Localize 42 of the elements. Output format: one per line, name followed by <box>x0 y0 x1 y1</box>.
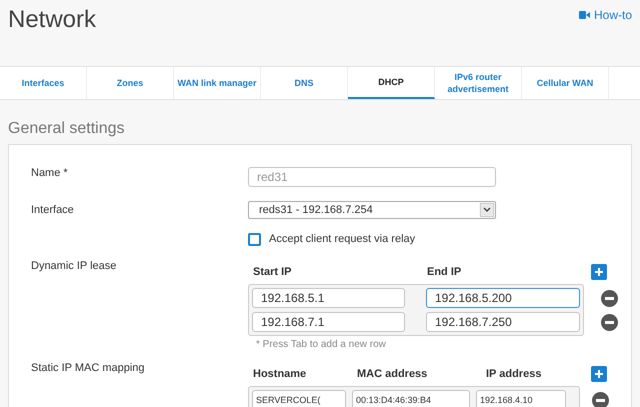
plus-icon <box>594 267 604 277</box>
tab[interactable]: IPv6 router advertisement <box>435 67 522 99</box>
field-label: Name * <box>31 166 69 181</box>
input-field[interactable]: 192.168.7.1 <box>252 312 405 332</box>
field-label: Dynamic IP lease <box>31 259 118 274</box>
remove-row-button[interactable] <box>601 290 618 306</box>
chevron-down-icon <box>480 203 494 217</box>
input-field[interactable]: 192.168.5.1 <box>252 288 405 308</box>
input-field[interactable]: 192.168.5.200 <box>426 288 580 308</box>
tab[interactable]: WAN link manager <box>174 67 261 99</box>
tab[interactable]: Cellular WAN <box>522 67 609 99</box>
minus-icon <box>596 398 605 402</box>
input-field[interactable]: 192.168.4.10 <box>476 390 566 407</box>
section-title: General settings <box>8 119 126 139</box>
minus-icon <box>605 296 614 300</box>
video-camera-icon <box>578 11 590 19</box>
tab[interactable]: Interfaces <box>0 67 87 99</box>
column-header: End IP <box>427 264 462 280</box>
tab[interactable]: DNS <box>261 67 348 99</box>
column-header: Hostname <box>253 366 308 382</box>
checkbox-label: Accept client request via relay <box>269 232 416 247</box>
column-header: Start IP <box>253 264 293 280</box>
column-header: MAC address <box>357 366 428 382</box>
input-field[interactable]: SERVERCOLE( <box>252 390 346 407</box>
remove-row-button[interactable] <box>592 392 609 407</box>
add-row-button[interactable] <box>591 264 607 280</box>
column-header: IP address <box>486 366 542 382</box>
input-field[interactable]: 192.168.7.250 <box>426 312 580 332</box>
minus-icon <box>605 320 614 324</box>
how-to-link[interactable]: How-to <box>578 6 632 24</box>
add-row-button[interactable] <box>591 366 607 382</box>
hint-text: * Press Tab to add a new row <box>255 338 387 352</box>
tab[interactable]: DHCP <box>348 67 435 99</box>
field-label: Interface <box>31 202 75 218</box>
page-title: Network <box>8 5 96 35</box>
field-label: Static IP MAC mapping <box>31 361 146 376</box>
interface-dropdown[interactable]: reds31 - 192.168.7.254 <box>248 201 496 219</box>
input-field[interactable]: 00:13:D4:46:39:B4 <box>352 390 470 407</box>
tab[interactable]: Zones <box>87 67 174 99</box>
relay-checkbox[interactable] <box>248 232 261 246</box>
remove-row-button[interactable] <box>601 314 618 330</box>
plus-icon <box>594 369 604 379</box>
